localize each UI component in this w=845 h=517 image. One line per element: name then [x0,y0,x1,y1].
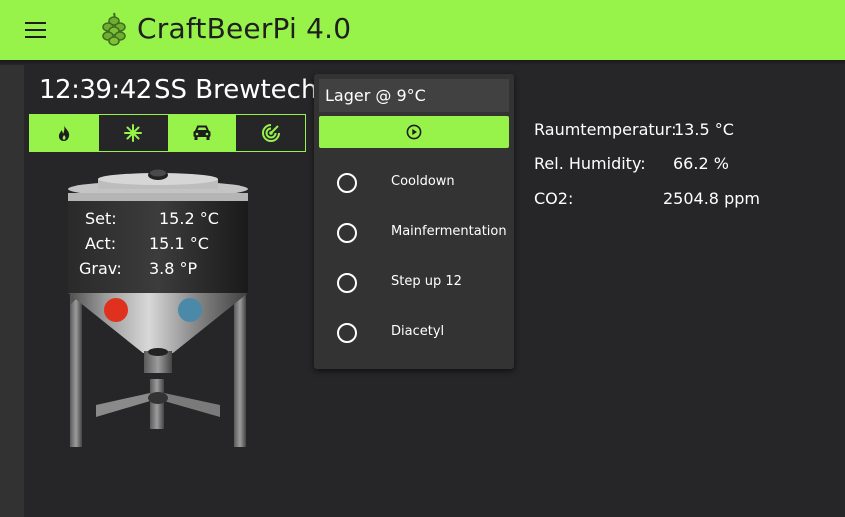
gravity-value: 3.8 °P [149,259,198,278]
clock-widget: 12:39:42 [39,75,152,105]
step-label: Step up 12 [391,274,462,289]
step-status-circle-icon [337,223,357,243]
step-label: Mainfermentation [391,224,507,239]
snowflake-icon [124,124,143,142]
step-status-circle-icon [337,173,357,193]
set-temperature-value: 15.2 °C [159,209,219,228]
room-temperature-value: 13.5 °C [674,120,734,139]
app-title: CraftBeerPi 4.0 [137,12,352,45]
co2-value: 2504.8 ppm [663,189,760,208]
actor-cooler-button[interactable] [98,115,168,151]
actor-heater-button[interactable] [30,115,99,151]
humidity-label: Rel. Humidity: [534,154,646,173]
co2-label: CO2: [534,189,574,208]
actor-agitator-button[interactable] [236,115,305,151]
step-item[interactable]: Mainfermentation [314,218,514,248]
play-circle-icon [406,124,422,140]
fermenter-name: SS Brewtech [154,75,318,105]
step-item[interactable]: Diacetyl [314,318,514,348]
target-icon [261,124,280,142]
flame-icon [59,125,70,141]
gravity-label: Grav: [79,259,122,278]
actor-car-button[interactable] [167,115,237,151]
humidity-value: 66.2 % [673,154,729,173]
actor-button-group [29,114,306,152]
step-label: Cooldown [391,174,455,189]
app-header: CraftBeerPi 4.0 [0,0,845,60]
header-shadow [0,60,845,65]
actual-temperature-value: 15.1 °C [149,234,209,253]
left-sidebar-strip [0,65,24,517]
step-item[interactable]: Step up 12 [314,268,514,298]
step-profile-title: Lager @ 9°C [325,86,426,105]
step-profile-header: Lager @ 9°C [319,79,509,112]
step-status-circle-icon [337,323,357,343]
room-temperature-label: Raumtemperatur: [534,120,677,139]
fermenter-tank-graphic [68,169,248,447]
menu-icon[interactable] [25,22,46,38]
cooler-indicator [178,298,202,322]
set-label: Set: [85,209,117,228]
actual-label: Act: [85,234,117,253]
fermentation-steps-panel: Lager @ 9°C Cooldown Mainfermentation St… [314,74,514,369]
heater-indicator [104,298,128,322]
step-item[interactable]: Cooldown [314,168,514,198]
fermenter-widget[interactable]: Set: 15.2 °C Act: 15.1 °C Grav: 3.8 °P [58,165,258,450]
hop-logo-icon [102,12,126,46]
car-icon [193,125,211,140]
step-label: Diacetyl [391,324,445,339]
start-steps-button[interactable] [319,116,509,148]
step-status-circle-icon [337,273,357,293]
